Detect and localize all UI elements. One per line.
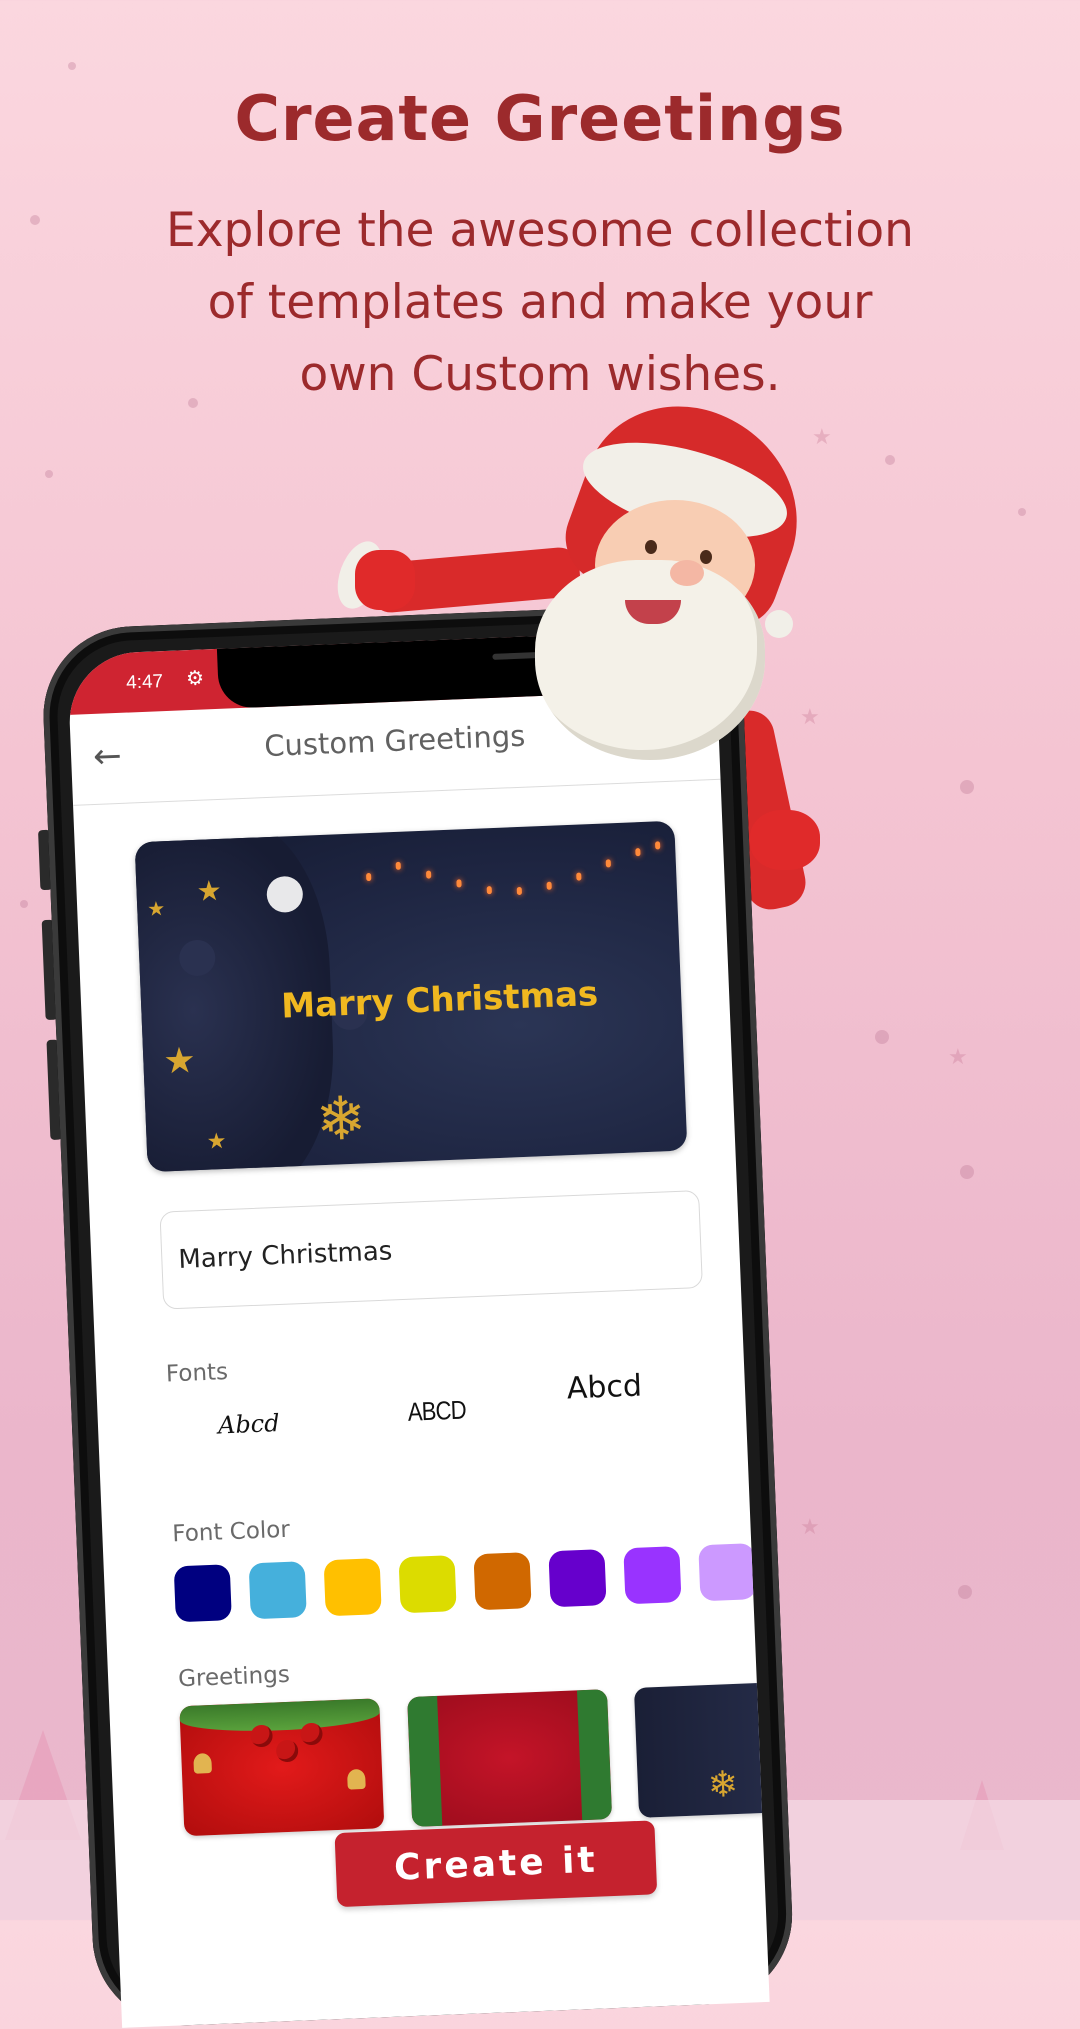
- snow-dot: [875, 1030, 889, 1044]
- font-color-label: Font Color: [171, 1516, 291, 1548]
- font-option-rounded[interactable]: Abcd: [566, 1368, 642, 1406]
- phone-speaker: [492, 650, 573, 660]
- string-light: [456, 879, 462, 888]
- page-title: Custom Greetings: [263, 718, 526, 764]
- string-light: [546, 881, 552, 890]
- greetings-label: Greetings: [177, 1661, 291, 1693]
- promo-subline-line: of templates and make your: [207, 275, 873, 330]
- promo-subline: Explore the awesome collection of templa…: [100, 195, 980, 411]
- color-swatch[interactable]: [698, 1543, 757, 1602]
- snow-dot: [20, 900, 28, 908]
- string-light: [486, 886, 492, 895]
- star-icon: ★: [800, 1515, 820, 1540]
- font-option-script[interactable]: Abcd: [218, 1409, 281, 1439]
- snow-dot: [885, 455, 895, 465]
- snowflake-icon: ❄: [314, 1083, 368, 1156]
- snow-dot: [960, 1165, 974, 1179]
- santa-glove: [355, 550, 415, 610]
- garland: [407, 1695, 443, 1828]
- bauble: [300, 1722, 323, 1746]
- bauble: [250, 1724, 273, 1748]
- color-swatch[interactable]: [548, 1549, 607, 1608]
- garland: [179, 1698, 381, 1735]
- garland: [576, 1689, 613, 1821]
- status-time: 4:47: [125, 671, 164, 694]
- app-screen: 4:47 ⚙ ← Custom Greetings ★ ★ ★ ★ ❄ Marr…: [67, 628, 770, 2028]
- phone-camera: [606, 640, 628, 662]
- color-swatch[interactable]: [248, 1561, 307, 1620]
- promo-subline-line: Explore the awesome collection: [166, 203, 914, 258]
- santa-hat: [552, 378, 828, 642]
- string-light: [654, 841, 661, 850]
- snow-dot: [30, 215, 40, 225]
- greeting-text-input[interactable]: [159, 1190, 703, 1310]
- bell-icon: [193, 1753, 213, 1774]
- greeting-template-navy-tree[interactable]: ❄: [633, 1679, 770, 1818]
- font-option-caps[interactable]: ABCD: [407, 1395, 466, 1428]
- snow-dot: [1018, 508, 1026, 516]
- santa-hat-pom: [765, 610, 793, 638]
- string-light: [605, 859, 611, 868]
- settings-gear-icon: ⚙: [185, 665, 205, 691]
- color-swatch[interactable]: [398, 1555, 457, 1614]
- snowflake-icon: ❄: [707, 1763, 739, 1807]
- color-swatch[interactable]: [623, 1546, 682, 1605]
- star-icon: ★: [948, 1045, 968, 1070]
- greeting-preview[interactable]: ★ ★ ★ ★ ❄ Marry Christmas: [134, 820, 688, 1173]
- snow-dot: [960, 780, 974, 794]
- string-light: [516, 886, 523, 896]
- bauble: [275, 1739, 299, 1763]
- string-light: [366, 872, 372, 882]
- string-light: [576, 872, 582, 881]
- gold-star-icon: ★: [206, 1128, 227, 1155]
- bell-icon: [346, 1768, 366, 1790]
- santa-glove: [750, 810, 820, 870]
- phone-mockup: 4:47 ⚙ ← Custom Greetings ★ ★ ★ ★ ❄ Marr…: [38, 601, 796, 2029]
- string-light: [635, 848, 641, 857]
- string-light: [425, 870, 432, 879]
- gold-star-icon: ★: [162, 1040, 197, 1083]
- gold-star-icon: ★: [195, 873, 223, 908]
- gold-star-icon: ★: [146, 896, 166, 921]
- color-swatch[interactable]: [173, 1564, 232, 1623]
- color-swatch[interactable]: [473, 1552, 532, 1611]
- greeting-template-red-baubles[interactable]: [179, 1698, 385, 1837]
- snow-dot: [958, 1585, 972, 1599]
- color-swatch[interactable]: [323, 1558, 382, 1617]
- string-light: [395, 861, 401, 870]
- create-it-button[interactable]: Create it: [334, 1820, 658, 1908]
- snow-dot: [45, 470, 53, 478]
- fonts-label: Fonts: [165, 1359, 229, 1388]
- greeting-template-crimson-garland[interactable]: [407, 1689, 613, 1828]
- snow-dot: [68, 62, 76, 70]
- promo-headline: Create Greetings: [234, 82, 846, 155]
- promo-subline-line: own Custom wishes.: [299, 347, 781, 402]
